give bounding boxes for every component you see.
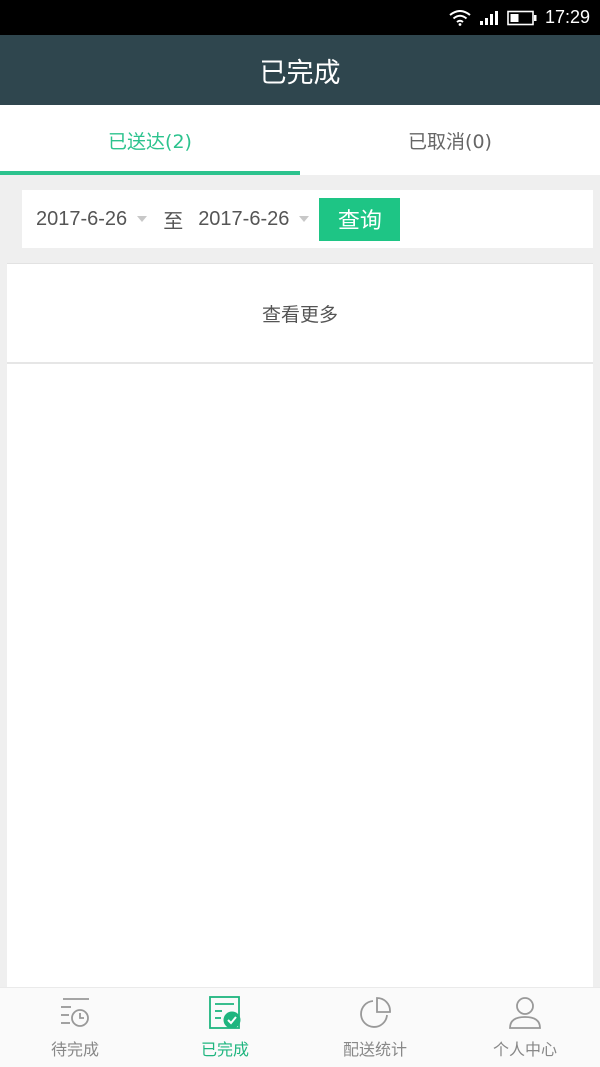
tab-delivered-label: 已送达(2) [108,130,192,153]
status-bar: 17:29 [0,0,600,35]
nav-label-pending: 待完成 [50,1040,99,1059]
battery-icon [507,10,537,26]
dropdown-arrow-icon [299,216,310,222]
tab-cancelled[interactable]: 已取消(0) [300,105,600,175]
completed-list-icon [209,996,241,1029]
start-date-select[interactable]: 2017-6-26 [36,207,148,231]
order-list: 查看更多 [7,263,593,987]
page-title: 已完成 [259,57,341,89]
nav-item-statistics[interactable]: 配送统计 [300,988,450,1067]
load-more-button[interactable]: 查看更多 [7,264,593,364]
end-date-select[interactable]: 2017-6-26 [198,207,310,231]
user-icon [509,997,541,1029]
app-header: 已完成 [0,35,600,105]
nav-item-profile[interactable]: 个人中心 [450,988,600,1067]
end-date-value: 2017-6-26 [198,207,290,230]
dropdown-arrow-icon [137,216,148,222]
start-date-value: 2017-6-26 [36,207,128,230]
pending-list-icon [61,998,89,1027]
nav-item-completed[interactable]: 已完成 [150,988,300,1067]
pie-chart-icon [360,997,391,1028]
load-more-label: 查看更多 [261,303,338,326]
nav-label-statistics: 配送统计 [342,1040,407,1059]
clock: 17:29 [544,7,590,27]
nav-item-pending[interactable]: 待完成 [0,988,150,1067]
tab-cancelled-label: 已取消(0) [408,130,492,153]
tab-delivered[interactable]: 已送达(2) [0,105,300,175]
signal-icon [479,10,499,26]
wifi-icon [449,9,471,26]
tab-bar: 已送达(2) 已取消(0) [0,105,600,175]
nav-label-completed: 已完成 [200,1040,249,1059]
bottom-nav: 待完成 已完成 配送统计 个人中心 [0,987,600,1067]
nav-label-profile: 个人中心 [492,1040,557,1059]
query-button[interactable]: 查询 [319,197,401,241]
date-range-separator: 至 [163,208,184,233]
date-filter-bar: 2017-6-26 至 2017-6-26 查询 [22,190,593,248]
